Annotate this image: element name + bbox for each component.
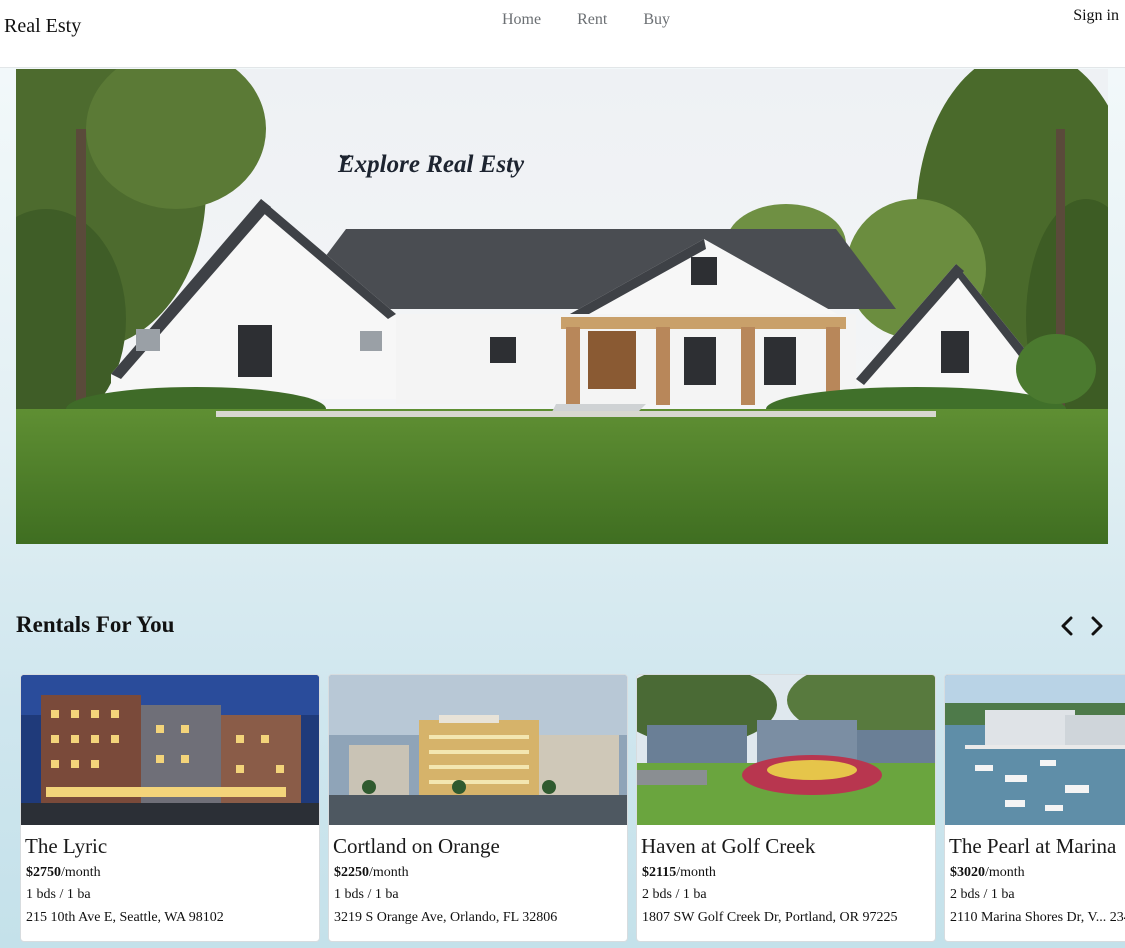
hero-banner: Explore Real Esty xyxy=(16,69,1108,544)
rental-beds-baths: 2 bds / 1 ba xyxy=(950,887,1015,902)
main-nav: Home Rent Buy xyxy=(502,11,706,29)
site-logo[interactable]: Real Esty xyxy=(4,15,81,38)
rental-price-line: $2250/month xyxy=(334,865,627,881)
rental-image xyxy=(21,675,319,825)
chevron-right-icon[interactable] xyxy=(1085,612,1109,640)
nav-rent[interactable]: Rent xyxy=(577,11,607,29)
rental-price: $2250 xyxy=(334,865,369,880)
rental-beds-baths: 2 bds / 1 ba xyxy=(642,887,707,902)
rental-address: 215 10th Ave E, Seattle, WA 98102 xyxy=(26,910,224,925)
nav-buy[interactable]: Buy xyxy=(643,11,670,29)
price-suffix: /month xyxy=(676,865,716,880)
nav-home[interactable]: Home xyxy=(502,11,541,29)
rental-price: $2115 xyxy=(642,865,677,880)
rental-beds-baths: 1 bds / 1 ba xyxy=(26,887,91,902)
rental-name: The Lyric xyxy=(25,834,108,858)
rental-price-line: $2750/month xyxy=(26,865,319,881)
price-suffix: /month xyxy=(61,865,101,880)
rentals-section-title: Rentals For You xyxy=(16,612,175,637)
rental-price-line: $3020/month xyxy=(950,865,1125,881)
rental-name: Cortland on Orange xyxy=(333,834,500,858)
rental-address: 1807 SW Golf Creek Dr, Portland, OR 9722… xyxy=(642,910,898,925)
hero-title-text: Explore Real Esty xyxy=(338,151,525,178)
rental-name: Haven at Golf Creek xyxy=(641,834,816,858)
sign-in-link[interactable]: Sign in xyxy=(1073,7,1119,25)
rental-address: 3219 S Orange Ave, Orlando, FL 32806 xyxy=(334,910,558,925)
rental-address: 2110 Marina Shores Dr, V... 23451 xyxy=(950,910,1125,925)
rental-card[interactable]: Cortland on Orange $2250/month 1 bds / 1… xyxy=(328,674,628,942)
price-suffix: /month xyxy=(369,865,409,880)
rentals-carousel: The Lyric $2750/month 1 bds / 1 ba 215 1… xyxy=(20,674,1125,948)
rental-name: The Pearl at Marina xyxy=(949,834,1117,858)
rental-beds-baths: 1 bds / 1 ba xyxy=(334,887,399,902)
rental-price: $2750 xyxy=(26,865,61,880)
chevron-left-icon[interactable] xyxy=(1055,612,1079,640)
rental-card[interactable]: The Lyric $2750/month 1 bds / 1 ba 215 1… xyxy=(20,674,320,942)
rental-price-line: $2115/month xyxy=(642,865,935,881)
rental-image xyxy=(637,675,935,825)
explore-dropdown[interactable]: Explore Real Esty xyxy=(338,151,524,179)
rental-card[interactable]: Haven at Golf Creek $2115/month 2 bds / … xyxy=(636,674,936,942)
hero-house-image xyxy=(16,69,1108,544)
rental-card[interactable]: The Pearl at Marina $3020/month 2 bds / … xyxy=(944,674,1125,942)
chevron-down-icon xyxy=(339,154,351,162)
site-header: Real Esty Home Rent Buy Sign in xyxy=(0,0,1125,68)
rental-price: $3020 xyxy=(950,865,985,880)
price-suffix: /month xyxy=(985,865,1025,880)
rental-image xyxy=(945,675,1125,825)
rental-image xyxy=(329,675,627,825)
